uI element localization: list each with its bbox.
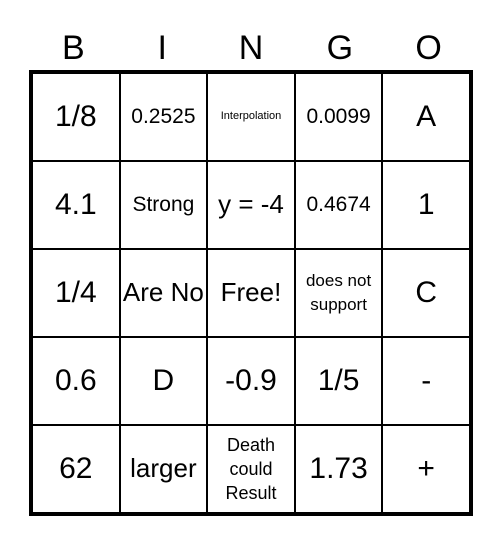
bingo-cell: larger (119, 425, 208, 513)
bingo-cell: C (382, 249, 470, 337)
cell-text: y = -4 (218, 189, 284, 220)
bingo-cell: 1/8 (32, 73, 120, 161)
cell-text: 1 (417, 188, 435, 221)
cell-text: 0.0099 (306, 105, 371, 129)
bingo-cell: Interpolation (207, 73, 295, 161)
cell-text: does not support (305, 271, 372, 314)
cell-text: D (152, 364, 175, 397)
cell-text: - (421, 364, 432, 397)
bingo-cell: 0.0099 (294, 73, 383, 161)
bingo-cell: + (382, 425, 470, 513)
bingo-cell: does not support (294, 249, 383, 337)
bingo-cell: A (382, 73, 470, 161)
bingo-cell: 1/4 (32, 249, 120, 337)
bingo-cell: Free! (207, 249, 295, 337)
bingo-cell: -0.9 (207, 337, 295, 425)
cell-text: -0.9 (225, 364, 277, 397)
header-letter: O (415, 29, 442, 67)
header-letter: I (157, 29, 167, 67)
cell-text: Interpolation (220, 110, 282, 123)
bingo-cell: 0.4674 (294, 161, 383, 249)
cell-text: Death could Result (225, 434, 277, 504)
cell-text: 0.4674 (306, 193, 371, 217)
cell-text: 4.1 (54, 188, 97, 221)
bingo-header: B I N G O (29, 26, 473, 70)
bingo-cell: Are No (119, 249, 208, 337)
cell-text: C (415, 276, 438, 309)
cell-text: 0.2525 (131, 105, 196, 129)
header-letter: N (238, 29, 264, 67)
bingo-cell: 0.6 (32, 337, 120, 425)
header-letter: B (62, 29, 85, 67)
cell-text: Free! (220, 277, 282, 308)
bingo-cell: 1 (382, 161, 470, 249)
cell-text: A (416, 100, 437, 133)
cell-text: 62 (59, 452, 93, 485)
bingo-cell: D (119, 337, 208, 425)
bingo-cell: 0.2525 (119, 73, 208, 161)
cell-text: Are No (122, 277, 204, 308)
cell-text: + (417, 452, 435, 485)
header-letter: G (326, 29, 354, 67)
cell-text: 1/8 (54, 100, 97, 133)
bingo-cell: 1/5 (294, 337, 383, 425)
bingo-cell: Death could Result (207, 425, 295, 513)
bingo-grid: 1/8 0.2525 Interpolation 0.0099 A 4.1 Strong y … (29, 70, 473, 516)
bingo-cell: Strong (119, 161, 208, 249)
bingo-cell: - (382, 337, 470, 425)
bingo-cell: 1.73 (294, 425, 383, 513)
cell-text: 1/5 (317, 364, 360, 397)
cell-text: larger (130, 453, 197, 484)
cell-text: 1.73 (309, 452, 368, 485)
bingo-cell: 4.1 (32, 161, 120, 249)
bingo-cell: 62 (32, 425, 120, 513)
cell-text: 0.6 (54, 364, 97, 397)
cell-text: 1/4 (54, 276, 97, 309)
bingo-cell: y = -4 (207, 161, 295, 249)
cell-text: Strong (132, 193, 195, 217)
